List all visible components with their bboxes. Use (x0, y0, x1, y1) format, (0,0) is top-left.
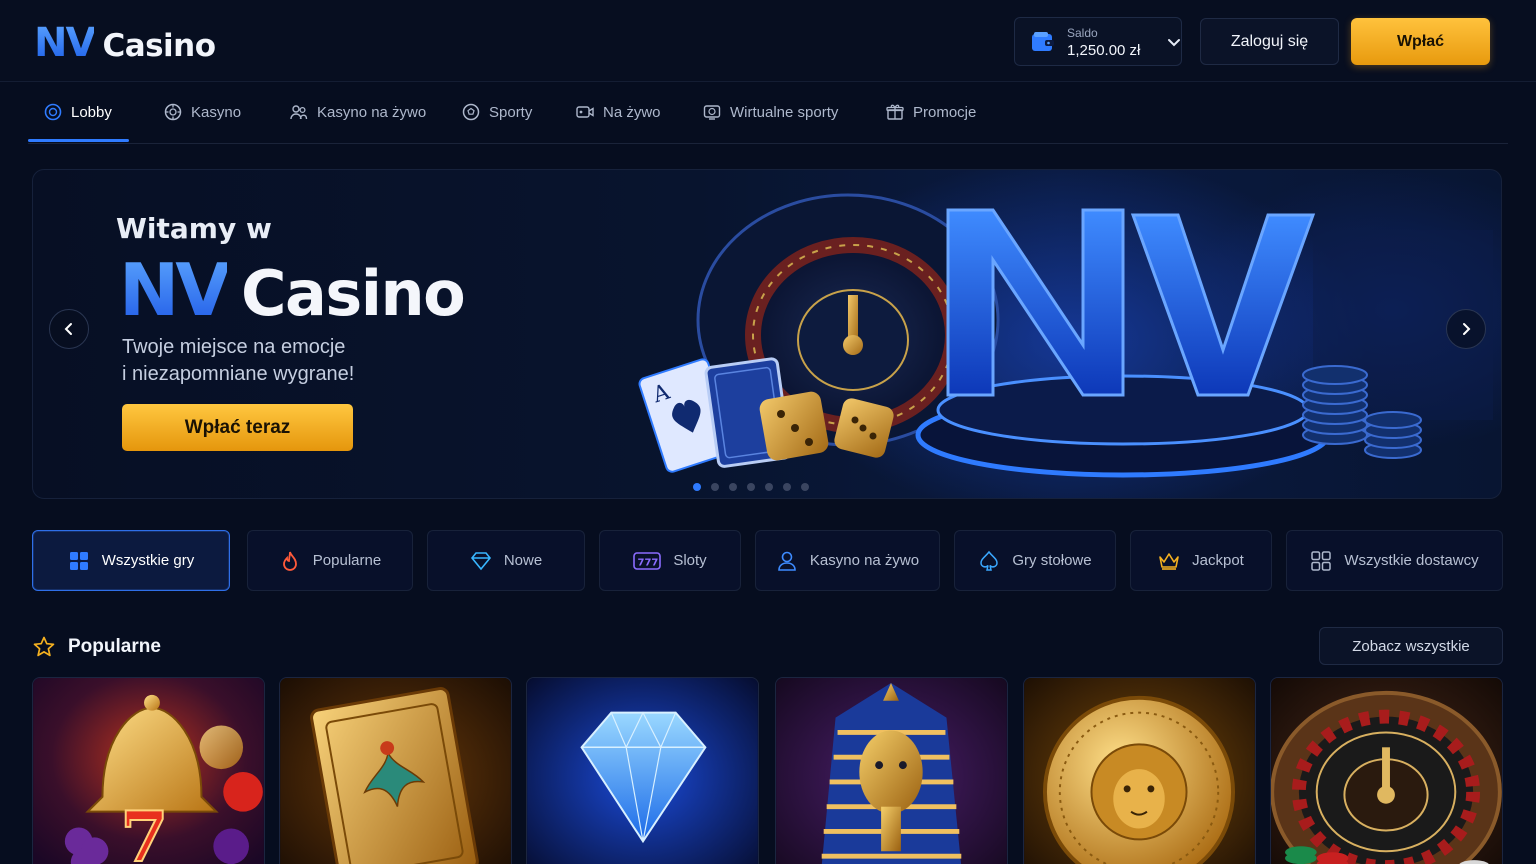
game-tile[interactable] (526, 677, 759, 864)
lobby-icon (44, 103, 62, 121)
category-all-games[interactable]: Wszystkie gry (32, 530, 230, 591)
hero-tagline: Twoje miejsce na emocje i niezapomniane … (122, 334, 442, 388)
user-icon (778, 551, 796, 571)
see-all-button[interactable]: Zobacz wszystkie (1319, 627, 1503, 665)
roulette-thumbnail (1271, 678, 1502, 864)
svg-text:7: 7 (120, 797, 168, 864)
spade-icon (980, 550, 999, 571)
category-label: Nowe (503, 552, 543, 569)
soccer-ball-icon (462, 103, 480, 121)
wallet-icon (1032, 32, 1054, 51)
category-label: Gry stołowe (1012, 552, 1092, 569)
bell-fruits-thumbnail: 7 (33, 678, 264, 864)
site-logo[interactable]: NV Casino (34, 22, 216, 64)
hero-tagline-line2: i niezapomniane wygrane! (122, 363, 355, 385)
flame-icon (282, 551, 297, 571)
deposit-button[interactable]: Wpłać (1351, 18, 1490, 65)
providers-grid-icon (1311, 550, 1332, 571)
carousel-dot[interactable] (711, 483, 719, 491)
virtual-sports-icon (703, 105, 721, 120)
carousel-dot[interactable] (729, 483, 737, 491)
hero-tagline-line1: Twoje miejsce na emocje (122, 336, 346, 358)
section-title-label: Popularne (68, 636, 161, 657)
balance-value: 1,250.00 zł (1067, 42, 1141, 59)
pharaoh-thumbnail (776, 678, 1007, 864)
game-tile[interactable] (775, 677, 1008, 864)
egyptian-book-thumbnail (280, 678, 511, 864)
nav-item-kasyno-na-zywo[interactable]: Kasyno na żywo (290, 82, 426, 142)
hero-brand: NV Casino (119, 248, 466, 332)
category-new[interactable]: Nowe (427, 530, 585, 591)
hero-welcome: Witamy w (116, 212, 272, 245)
category-popular[interactable]: Popularne (247, 530, 413, 591)
logo-casino: Casino (102, 28, 216, 64)
deposit-now-button[interactable]: Wpłać teraz (122, 404, 353, 451)
nav-label: Lobby (71, 103, 112, 121)
category-label: Wszystkie dostawcy (1344, 552, 1479, 569)
hero-prev-button[interactable] (49, 309, 89, 349)
nav-item-kasyno[interactable]: Kasyno (164, 82, 241, 142)
section-title-popular: Popularne (32, 632, 161, 662)
nav-active-indicator (28, 139, 129, 142)
balance-label: Saldo (1067, 26, 1098, 40)
category-all-providers[interactable]: Wszystkie dostawcy (1286, 530, 1503, 591)
category-label: Jackpot (1192, 552, 1244, 569)
carousel-dot[interactable] (801, 483, 809, 491)
game-tile[interactable] (1270, 677, 1503, 864)
category-label: Kasyno na żywo (809, 552, 920, 569)
crown-icon (1159, 552, 1179, 570)
nav-item-wirtualne-sporty[interactable]: Wirtualne sporty (703, 82, 838, 142)
main-nav: Lobby Kasyno Kasyno na żywo Sporty Na ży… (28, 82, 1508, 144)
live-dealer-icon (290, 105, 308, 120)
top-header: NV Casino Saldo 1,250.00 zł Zaloguj się … (0, 0, 1536, 82)
nav-label: Na żywo (603, 103, 661, 121)
chevron-down-icon (1168, 39, 1180, 47)
carousel-dot[interactable] (693, 483, 701, 491)
blue-diamond-thumbnail (527, 678, 758, 864)
nav-label: Sporty (489, 103, 533, 121)
diamond-icon (470, 551, 491, 570)
chevron-right-icon (1463, 323, 1471, 335)
hero-artwork: A (638, 193, 1493, 478)
hero-next-button[interactable] (1446, 309, 1486, 349)
carousel-dot[interactable] (747, 483, 755, 491)
logo-nv: NV (34, 20, 96, 66)
category-slots[interactable]: 777 Sloty (599, 530, 741, 591)
nav-label: Kasyno (191, 103, 242, 121)
category-live-casino[interactable]: Kasyno na żywo (755, 530, 940, 591)
nav-item-promocje[interactable]: Promocje (886, 82, 976, 142)
svg-text:777: 777 (638, 557, 659, 568)
gift-icon (886, 104, 904, 120)
category-label: Sloty (673, 552, 707, 569)
lion-coin-thumbnail (1024, 678, 1255, 864)
star-icon (33, 636, 55, 657)
game-tile[interactable] (279, 677, 512, 864)
nav-label: Kasyno na żywo (317, 103, 427, 121)
carousel-dot[interactable] (765, 483, 773, 491)
carousel-dot[interactable] (783, 483, 791, 491)
balance-dropdown[interactable]: Saldo 1,250.00 zł (1014, 17, 1182, 66)
nav-label: Wirtualne sporty (730, 103, 839, 121)
live-video-icon (576, 106, 594, 118)
grid-icon (69, 551, 88, 570)
login-button[interactable]: Zaloguj się (1200, 18, 1339, 65)
nav-label: Promocje (913, 103, 977, 121)
category-label: Wszystkie gry (101, 552, 195, 569)
hero-brand-nv: NV (119, 248, 231, 332)
nav-item-sporty[interactable]: Sporty (462, 82, 532, 142)
nav-item-lobby[interactable]: Lobby (44, 82, 112, 142)
casino-chip-icon (164, 103, 182, 121)
category-jackpot[interactable]: Jackpot (1130, 530, 1272, 591)
hero-banner[interactable]: A Witamy w NV Casino Twoje miejsce na em… (32, 169, 1502, 499)
game-tile[interactable] (1023, 677, 1256, 864)
slot-777-icon: 777 (633, 551, 662, 570)
nav-item-na-zywo[interactable]: Na żywo (576, 82, 661, 142)
carousel-dots (693, 483, 809, 491)
category-label: Popularne (312, 552, 382, 569)
category-table-games[interactable]: Gry stołowe (954, 530, 1116, 591)
chevron-left-icon (64, 323, 72, 335)
game-tile[interactable]: 7 (32, 677, 265, 864)
hero-brand-casino: Casino (240, 257, 466, 330)
